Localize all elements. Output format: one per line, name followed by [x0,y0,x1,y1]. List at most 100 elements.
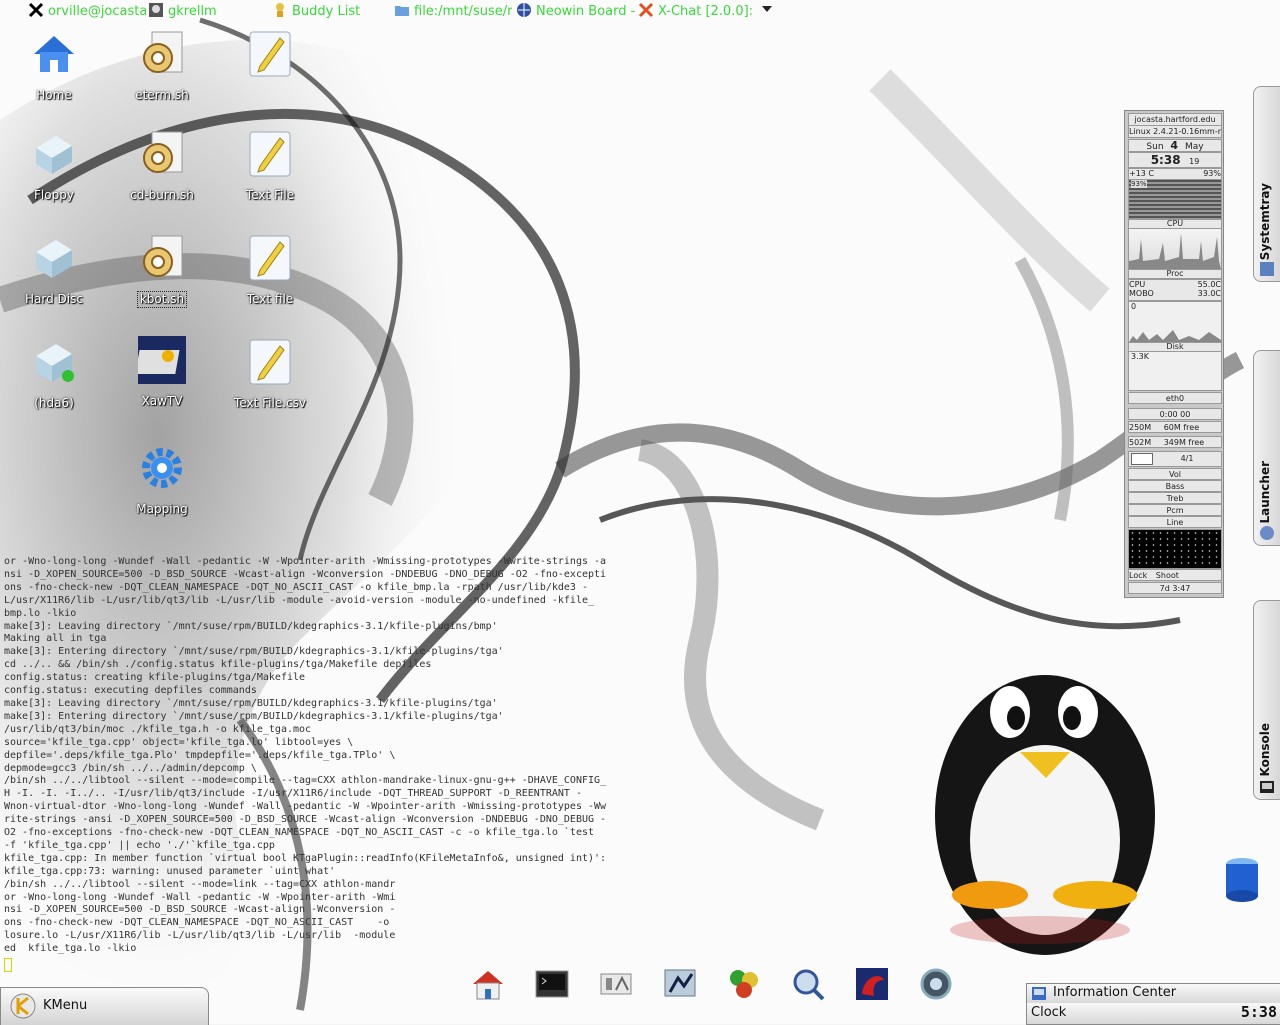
gk-shoot-button[interactable]: Shoot [1156,571,1179,580]
task-browser[interactable]: Neowin Board -> [516,2,636,22]
desktop-icon-label: Home [36,88,72,102]
gk-treble-slider[interactable]: Treb [1128,492,1222,504]
terminal-line: make[3]: Entering directory `/mnt/suse/r… [4,646,504,658]
gk-bass-slider[interactable]: Bass [1128,480,1222,492]
desktop-icon-label: Hard Disc [25,292,83,306]
mounted-disk-icon [36,344,74,382]
desktop-icon-eterm-sh[interactable]: eterm.sh [114,30,210,103]
terminal-line: ons -fno-check-new -DQT_CLEAN_NAMESPACE … [4,917,390,929]
hard-disk-icon [36,240,72,278]
clock-applet[interactable]: Clock 5:38 [1026,1003,1280,1025]
dock-gimp-icon[interactable] [726,966,762,1002]
terminal-line: make[3]: Leaving directory `/mnt/suse/rp… [4,697,498,709]
dock-home-icon[interactable] [470,966,506,1002]
desktop-icon-label: Text File.csv [234,396,306,410]
desktop-icon-text-file-blank[interactable] [222,30,318,88]
desktop-icon-kbot-sh[interactable]: kbot.sh [114,234,210,308]
terminal-line: or -Wno-long-long -Wundef -Wall -pedanti… [4,891,396,903]
dock-terminal-icon[interactable] [534,966,570,1002]
desktop-icon-text-file-csv[interactable]: Text File.csv [222,338,318,411]
tab-systemtray[interactable]: Systemtray [1253,86,1280,282]
task-gkrellm[interactable]: gkrellm [148,2,240,22]
dock-control-center-icon[interactable] [598,966,634,1002]
task-xchat[interactable]: X-Chat [2.0.0]: il [638,2,758,22]
desktop-icon-home[interactable]: Home [6,30,102,103]
task-label: orville@jocasta [48,4,146,19]
mail-envelope-icon [1131,453,1153,465]
task-label: gkrellm [168,4,217,19]
gk-lock-button[interactable]: Lock [1129,571,1147,580]
desktop-icon-text-file[interactable]: Text File [222,130,318,203]
information-center-bar[interactable]: Information Center [1026,983,1280,1004]
info-center-label: Information Center [1053,985,1177,1000]
dock-sound-mixer-icon[interactable] [918,966,954,1002]
tab-label: Konsole [1258,723,1272,777]
floppy-drive-icon [36,136,72,174]
tab-konsole[interactable]: Konsole [1253,600,1280,800]
gk-mem-total: 250M [1129,423,1152,432]
database-icon[interactable] [1222,856,1262,904]
script-icon [143,131,183,173]
terminal-line: bmp.lo -lkio [4,607,77,619]
gk-kernel: Linux 2.4.21-0.16mm-m [1128,125,1222,138]
gk-mail[interactable]: 4/1 [1128,451,1222,467]
task-label: X-Chat [2.0.0]: il [658,4,758,19]
desktop-icon-xawtv[interactable]: XawTV [114,336,210,409]
terminal-line: depfile='.deps/kfile_tga.Plo' tmpdepfile… [4,749,396,761]
tab-launcher[interactable]: Launcher [1253,350,1280,546]
konsole-icon [1260,781,1274,793]
gk-temps: CPU 55.0C MOBO 33.0C [1128,279,1222,301]
dock-system-monitor-icon[interactable] [662,966,698,1002]
clock-label: Clock [1031,1005,1067,1020]
gkrellm-icon [149,3,163,17]
desktop-icon-floppy[interactable]: Floppy [6,130,102,203]
task-file-manager[interactable]: file:/mnt/suse/rpm [394,2,512,22]
gk-mem-free: 60M free [1163,423,1200,432]
info-center-icon [1032,987,1046,1000]
gk-net-value: 3.3K [1131,352,1149,361]
tv-app-icon [135,336,186,384]
task-buddy-list[interactable]: Buddy List [272,2,390,22]
terminal-line: ed kfile_tga.lo -lkio [4,943,137,955]
task-label: Buddy List [292,4,361,19]
folder-icon [395,6,409,16]
taskbar-more-arrow[interactable] [762,6,772,12]
terminal-line: ons -fno-check-new -DQT_CLEAN_NAMESPACE … [4,581,588,593]
terminal-line: /bin/sh ../../libtool --silent --mode=li… [4,878,396,890]
kmenu-button[interactable]: KMenu [0,987,209,1025]
gk-line-slider[interactable]: Line [1128,516,1222,528]
terminal-line: kfile_tga.cpp: In member function `virtu… [4,852,607,864]
terminal-line: /usr/lib/qt3/bin/moc ./kfile_tga.h -o kf… [4,723,312,735]
tab-label: Launcher [1258,461,1272,524]
gk-cpu-chart [1128,228,1222,270]
gk-vol-slider[interactable]: Vol [1128,468,1222,480]
desktop-icon-label: Mapping [136,502,188,516]
gk-mail-count: 4/1 [1180,454,1194,463]
desktop-icon-cd-burn-sh[interactable]: cd-burn.sh [114,130,210,203]
launcher-icon [1260,526,1274,540]
dock-search-icon[interactable] [790,966,826,1002]
desktop-icon-hard-disc[interactable]: Hard Disc [6,234,102,307]
terminal-line: nsi -D_XOPEN_SOURCE=500 -D_BSD_SOURCE -W… [4,904,396,916]
kmenu-label: KMenu [43,998,88,1013]
task-terminal[interactable]: orville@jocasta [28,2,146,22]
dock-kde-dragon-icon[interactable] [854,966,890,1002]
gkrellm-monitor[interactable]: jocasta.hartford.edu Linux 2.4.21-0.16mm… [1124,110,1224,598]
terminal-line: rite-strings -ansi -D_XOPEN_SOURCE=500 -… [4,814,607,826]
desktop-icon-hda6[interactable]: (hda6) [6,338,102,411]
terminal-line: Making all in tga [4,633,107,645]
tab-label: Systemtray [1258,183,1272,261]
terminal-output[interactable]: or -Wno-long-long -Wundef -Wall -pedanti… [4,556,608,961]
desktop-icon-mapping[interactable]: Mapping [114,444,210,517]
desktop-icon-text-file-2[interactable]: Text file [222,234,318,307]
taskbar: orville@jocasta gkrellm Buddy List file:… [0,0,1280,24]
x-terminal-icon [28,2,44,18]
gk-pcm-slider[interactable]: Pcm [1128,504,1222,516]
terminal-line: cd ../.. && /bin/sh ./config.status kfil… [4,659,432,671]
desktop-icon-label: kbot.sh [136,291,188,308]
gk-time: 5:38 [1150,153,1181,167]
desktop-icon-label: XawTV [141,394,183,408]
desktop-icon-label: Text File [245,188,295,202]
gk-swap-total: 502M [1129,438,1152,447]
terminal-line: /bin/sh ../../libtool --silent --mode=co… [4,775,607,787]
